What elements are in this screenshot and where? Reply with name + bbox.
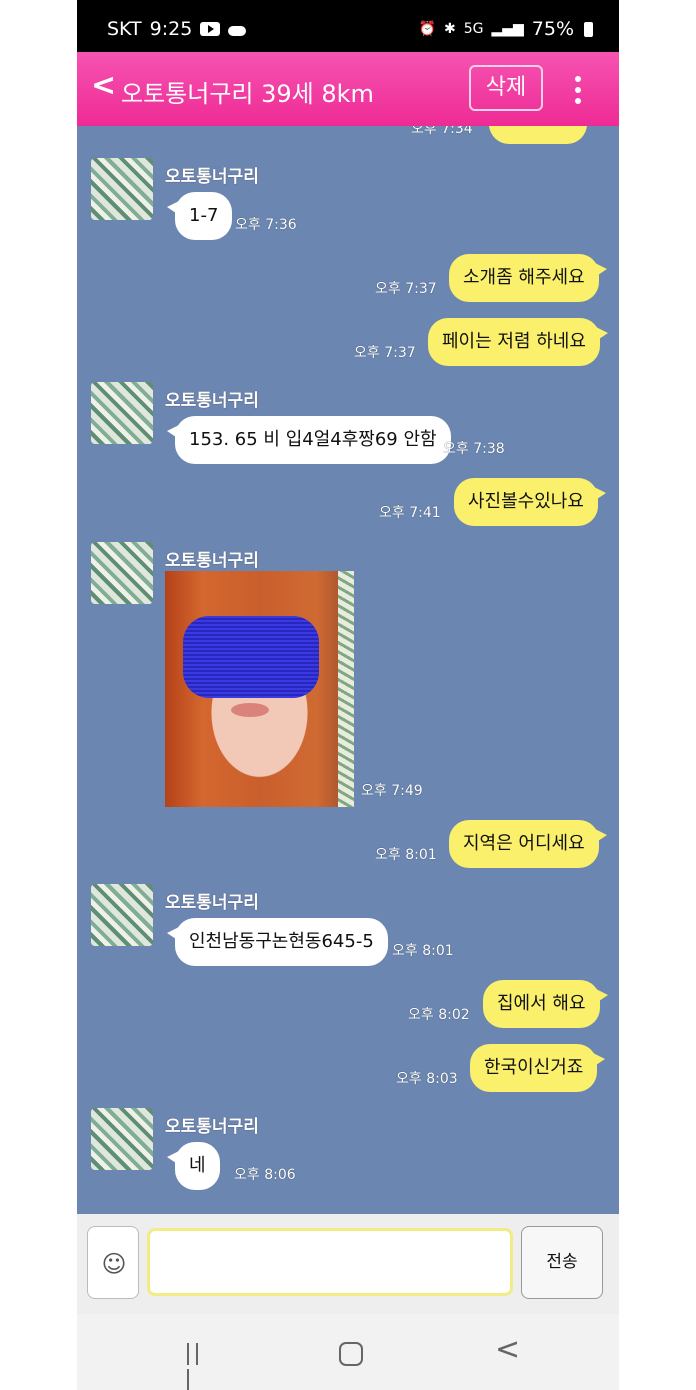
incoming-bubble: 1-7 bbox=[166, 192, 233, 240]
bluetooth-icon: ✱ bbox=[443, 21, 456, 37]
message-input[interactable] bbox=[147, 1228, 513, 1296]
outgoing-bubble: 지역은 어디세요 bbox=[449, 820, 607, 868]
clock: 9:25 bbox=[149, 18, 193, 40]
outgoing-bubble: 소개좀 해주세요 bbox=[449, 254, 607, 302]
battery-icon bbox=[584, 21, 593, 37]
youtube-icon bbox=[200, 22, 221, 36]
message-time: 오후 8:02 bbox=[408, 1007, 470, 1023]
back-icon[interactable]: < bbox=[91, 68, 116, 103]
smiley-icon: ☺ bbox=[101, 1250, 127, 1278]
message-time: 오후 7:37 bbox=[375, 281, 437, 297]
outgoing-bubble: 사진볼수있나요 bbox=[454, 478, 606, 526]
more-options-icon[interactable] bbox=[575, 76, 583, 109]
photo-lips bbox=[231, 703, 269, 717]
avatar[interactable] bbox=[91, 542, 153, 604]
carrier-label: SKT bbox=[107, 18, 142, 40]
message-time: 오후 7:36 bbox=[235, 217, 297, 233]
incoming-bubble: 153. 65 비 입4얼4후짱69 안함 bbox=[167, 416, 451, 464]
avatar[interactable] bbox=[91, 382, 153, 444]
outgoing-bubble-partial bbox=[489, 126, 587, 144]
avatar[interactable] bbox=[91, 158, 153, 220]
emoji-button[interactable]: ☺ bbox=[87, 1226, 139, 1299]
android-nav-bar: < bbox=[77, 1314, 619, 1390]
recent-apps-icon[interactable] bbox=[187, 1343, 213, 1390]
home-icon[interactable] bbox=[339, 1342, 363, 1366]
message-time: 오후 8:01 bbox=[375, 847, 437, 863]
message-time: 오후 8:01 bbox=[392, 943, 454, 959]
sender-name: 오토통너구리 bbox=[165, 167, 259, 187]
chat-title: 오토통너구리 39세 8km bbox=[121, 80, 374, 108]
incoming-bubble: 인천남동구논현동645-5 bbox=[167, 918, 388, 966]
face-mosaic bbox=[183, 616, 319, 698]
message-time: 오후 7:37 bbox=[354, 345, 416, 361]
avatar[interactable] bbox=[91, 1108, 153, 1170]
send-button[interactable]: 전송 bbox=[521, 1226, 603, 1299]
battery-level: 75% bbox=[531, 18, 574, 40]
outgoing-bubble: 페이는 저렴 하네요 bbox=[428, 318, 608, 366]
sender-name: 오토통너구리 bbox=[165, 391, 259, 411]
status-left: SKT 9:25 bbox=[107, 18, 247, 40]
sender-name: 오토통너구리 bbox=[165, 551, 259, 571]
message-time: 오후 8:06 bbox=[234, 1167, 296, 1183]
outgoing-bubble: 한국이신거죠 bbox=[470, 1044, 606, 1092]
avatar[interactable] bbox=[91, 884, 153, 946]
nav-back-icon[interactable]: < bbox=[495, 1332, 520, 1367]
alarm-icon: ⏰ bbox=[418, 21, 436, 37]
outgoing-bubble: 집에서 해요 bbox=[483, 980, 608, 1028]
incoming-bubble: 네 bbox=[167, 1142, 220, 1190]
status-bar: SKT 9:25 ⏰ ✱ 5G ▂▄▆ 75% bbox=[77, 0, 619, 52]
cloud-icon bbox=[228, 26, 247, 36]
status-right: ⏰ ✱ 5G ▂▄▆ 75% bbox=[419, 18, 593, 40]
message-time: 오후 7:49 bbox=[361, 783, 423, 799]
message-time: 오후 8:03 bbox=[396, 1071, 458, 1087]
message-time: 오후 7:34 bbox=[411, 126, 473, 137]
delete-button[interactable]: 삭제 bbox=[469, 65, 543, 111]
signal-icon: ▂▄▆ bbox=[491, 21, 524, 37]
input-bar: ☺ 전송 bbox=[77, 1214, 619, 1314]
chat-header: < 오토통너구리 39세 8km 삭제 bbox=[77, 52, 619, 126]
phone-screen: SKT 9:25 ⏰ ✱ 5G ▂▄▆ 75% < 오토통너구리 39세 8km… bbox=[77, 0, 619, 1390]
chat-area[interactable]: 오후 7:34 오토통너구리 1-7 오후 7:36 소개좀 해주세요 오후 7… bbox=[77, 126, 619, 1214]
message-time: 오후 7:38 bbox=[443, 441, 505, 457]
photo-message[interactable] bbox=[165, 571, 354, 807]
photo-background bbox=[338, 571, 354, 807]
sender-name: 오토통너구리 bbox=[165, 893, 259, 913]
network-type: 5G bbox=[463, 21, 484, 37]
message-time: 오후 7:41 bbox=[379, 505, 441, 521]
sender-name: 오토통너구리 bbox=[165, 1117, 259, 1137]
